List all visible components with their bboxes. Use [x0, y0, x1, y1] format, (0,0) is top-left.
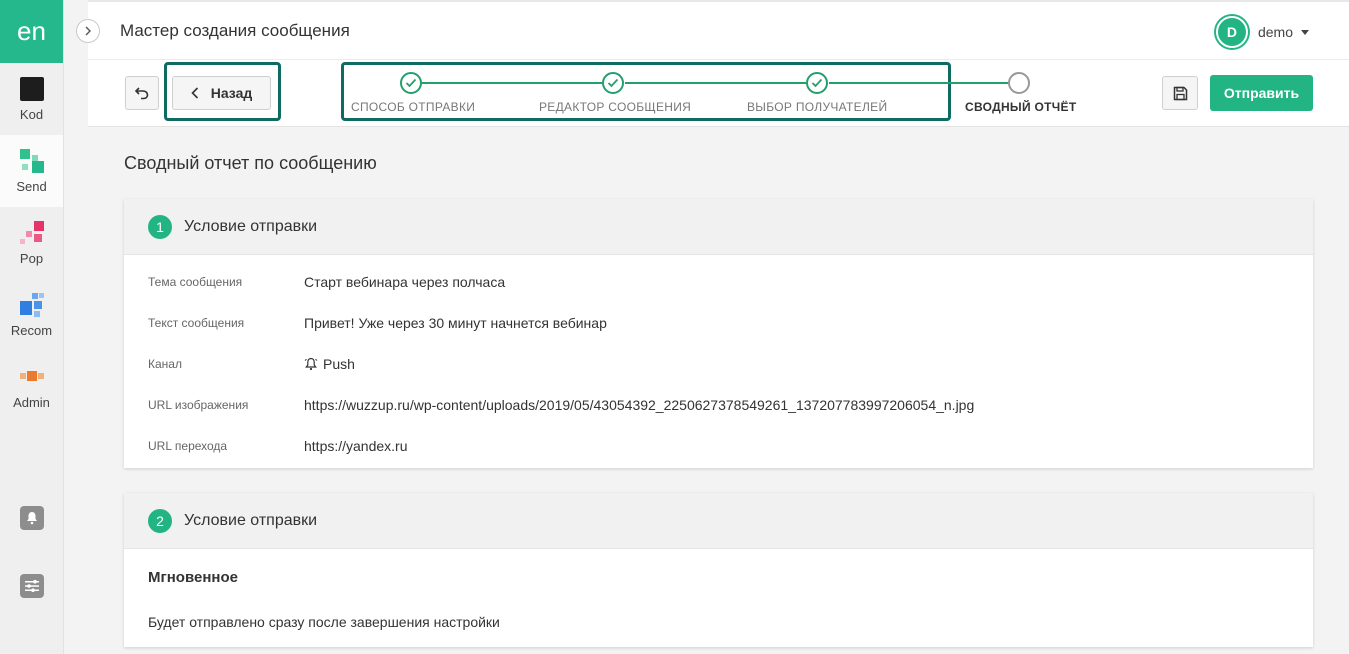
card-header: 2 Условие отправки [124, 493, 1313, 549]
row-label: URL перехода [148, 439, 228, 453]
schedule-description: Будет отправлено сразу после завершения … [148, 614, 500, 630]
row-value: https://wuzzup.ru/wp-content/uploads/201… [304, 397, 975, 413]
row-label: Текст сообщения [148, 316, 245, 330]
step-check-icon[interactable] [400, 72, 422, 94]
step-label-editor[interactable]: РЕДАКТОР СООБЩЕНИЯ [539, 100, 691, 114]
chevron-down-icon[interactable] [1301, 29, 1309, 35]
recom-icon [19, 292, 44, 317]
step-label-delivery[interactable]: СПОСОБ ОТПРАВКИ [351, 100, 475, 114]
step-connector [625, 82, 806, 84]
undo-button[interactable] [125, 76, 159, 110]
save-button[interactable] [1162, 76, 1198, 110]
card-title: Условие отправки [184, 511, 318, 529]
section-number: 2 [148, 508, 172, 533]
page-title: Мастер создания сообщения [120, 21, 350, 40]
save-icon [1173, 86, 1187, 100]
bell-icon[interactable] [20, 506, 44, 530]
admin-icon [19, 365, 44, 389]
user-name[interactable]: demo [1258, 24, 1293, 40]
undo-icon [134, 87, 149, 100]
kod-icon [19, 76, 44, 101]
sidebar-item-label: Send [16, 178, 47, 194]
step-check-icon[interactable] [806, 72, 828, 94]
sidebar-item-label: Pop [19, 250, 44, 266]
sidebar-item-pop[interactable]: Pop [0, 207, 63, 279]
sliders-icon[interactable] [20, 574, 44, 598]
sidebar-item-recom[interactable]: Recom [0, 279, 63, 351]
row-value-channel: Push [304, 356, 355, 372]
back-button[interactable]: Назад [172, 76, 271, 110]
card-title: Условие отправки [184, 217, 318, 235]
report-title: Сводный отчет по сообщению [124, 153, 377, 173]
send-schedule-card: 2 Условие отправки Мгновенное Будет отпр… [124, 493, 1313, 647]
wizard-toolbar: Назад СПОСОБ ОТПРАВКИ РЕДАКТОР СООБЩЕНИЯ… [88, 60, 1349, 127]
row-value: https://yandex.ru [304, 438, 408, 454]
row-label: URL изображения [148, 398, 249, 412]
step-label-summary: СВОДНЫЙ ОТЧЁТ [965, 100, 1077, 114]
step-check-icon[interactable] [602, 72, 624, 94]
push-bell-icon [304, 357, 318, 371]
sidebar-item-kod[interactable]: Kod [0, 63, 63, 135]
detail-row: Текст сообщения Привет! Уже через 30 мин… [124, 299, 1313, 340]
step-connector [422, 82, 602, 84]
row-label: Тема сообщения [148, 275, 243, 289]
detail-row: Канал Push [124, 340, 1313, 381]
detail-row: URL изображения https://wuzzup.ru/wp-con… [124, 381, 1313, 422]
send-icon [19, 148, 44, 173]
logo[interactable]: en [0, 0, 63, 63]
sidebar-item-label: Recom [10, 322, 53, 338]
chevron-left-icon [191, 87, 198, 99]
detail-row: Тема сообщения Старт вебинара через полч… [124, 258, 1313, 299]
user-menu[interactable]: D demo [1215, 16, 1309, 48]
chevron-right-icon [85, 26, 91, 36]
card-header: 1 Условие отправки [124, 199, 1313, 255]
step-label-recipients[interactable]: ВЫБОР ПОЛУЧАТЕЛЕЙ [747, 100, 887, 114]
sidebar-item-admin[interactable]: Admin [0, 351, 63, 423]
row-value: Старт вебинара через полчаса [304, 274, 506, 290]
pop-icon [19, 220, 44, 245]
send-button[interactable]: Отправить [1210, 75, 1313, 111]
detail-row: URL перехода https://yandex.ru [124, 422, 1313, 463]
expand-sidebar-button[interactable] [76, 19, 100, 43]
sidebar: en Kod Send Pop Recom Admin [0, 0, 64, 654]
row-value: Привет! Уже через 30 минут начнется веби… [304, 315, 607, 331]
section-number: 1 [148, 214, 172, 239]
sidebar-item-label: Admin [13, 394, 50, 410]
avatar[interactable]: D [1215, 16, 1248, 48]
schedule-title: Мгновенное [148, 569, 238, 586]
row-label: Канал [148, 357, 182, 371]
back-button-label: Назад [210, 85, 253, 101]
send-condition-card: 1 Условие отправки Тема сообщения Старт … [124, 199, 1313, 468]
step-pending-circle [1008, 72, 1030, 94]
step-connector [829, 82, 1009, 84]
sidebar-item-label: Kod [19, 106, 44, 122]
sidebar-item-send[interactable]: Send [0, 135, 63, 207]
header: Мастер создания сообщения D demo [88, 0, 1349, 60]
channel-value: Push [323, 356, 355, 372]
